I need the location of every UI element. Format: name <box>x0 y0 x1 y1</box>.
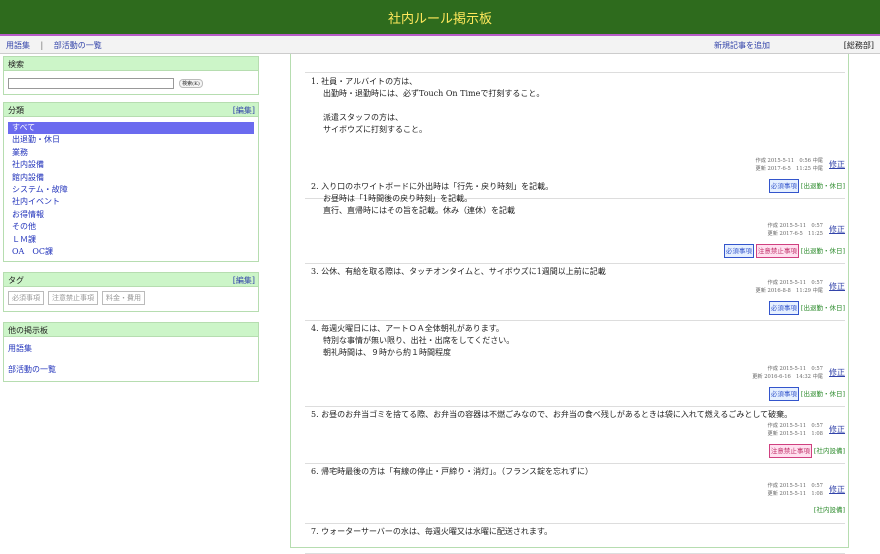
new-post-link[interactable]: 新規記事を追加 <box>714 40 770 51</box>
post-text-line: 3. 公休、有給を取る際は、タッチオンタイムと、サイボウズに1週間以上前に記載 <box>311 267 606 276</box>
post-text-line: サイボウズに打刻すること。 <box>323 125 427 134</box>
post-text-line <box>311 100 845 112</box>
tag-list: 必須事項 注意禁止事項 料金・費用 <box>4 287 258 309</box>
page-title: 社内ルール掲示板 <box>387 11 492 27</box>
edit-post-link[interactable]: 修正 <box>829 224 845 236</box>
edit-post-link[interactable]: 修正 <box>829 367 845 379</box>
posts-area: 1. 社員・アルバイトの方は、出勤時・退勤時には、必ずTouch On Time… <box>290 54 849 554</box>
post-tag-badge[interactable]: 注意禁止事項 <box>755 244 799 258</box>
category-item[interactable]: OA OC課 <box>4 246 258 258</box>
category-item[interactable]: その他 <box>4 221 258 233</box>
other-boards-panel: 他の掲示板 用語集 部活動の一覧 <box>3 322 259 382</box>
post-text-line: 直行、直帰時にはその旨を記載。休み（連休）を記載 <box>323 206 515 215</box>
search-input[interactable] <box>8 78 174 89</box>
category-item[interactable]: 社内設備 <box>4 159 258 171</box>
category-item[interactable]: 社内イベント <box>4 196 258 208</box>
tag-panel-header: タグ [編集] <box>4 273 258 287</box>
post-text-line: 4. 毎週火曜日には、アートＯＡ全体朝礼があります。 <box>311 324 504 333</box>
tag-edit-link[interactable]: [編集] <box>233 275 255 286</box>
category-item[interactable]: システム・故障 <box>4 184 258 196</box>
post-text-line: 6. 帰宅時最後の方は「有線の停止・戸締り・消灯」。（フランス錠を忘れずに） <box>311 467 594 476</box>
nav-clubs-link[interactable]: 部活動の一覧 <box>54 41 102 50</box>
edit-post-link[interactable]: 修正 <box>829 281 845 293</box>
edit-post-link[interactable]: 修正 <box>829 159 845 171</box>
post-text-line: 派遣スタッフの方は、 <box>323 113 403 122</box>
post-text-line: 出勤時・退勤時には、必ずTouch On Timeで打刻すること。 <box>323 89 545 98</box>
post-created: 作成 2015-5-11 0:57 <box>767 366 823 372</box>
tag-item[interactable]: 料金・費用 <box>102 291 145 305</box>
tag-item[interactable]: 必須事項 <box>8 291 44 305</box>
nav-separator: | <box>40 41 44 50</box>
post-updated: 更新 2016-6-16 14:32 中尾 <box>752 374 823 380</box>
post-text-line: 2. 入り口のホワイトボードに外出時は「行先・戻り時刻」を記載。 <box>311 182 554 191</box>
category-item[interactable]: お得情報 <box>4 209 258 221</box>
post-category-link[interactable]: [社内設備] <box>814 445 845 457</box>
post-category-link[interactable]: [社内設備] <box>814 504 845 516</box>
post-item: 5. お昼のお弁当ゴミを捨てる際、お弁当の容器は不燃ごみなので、お弁当の食べ残し… <box>305 407 845 464</box>
post-labels: 必須事項 [出退勤・休日] <box>768 387 845 401</box>
search-button[interactable]: 検索(K) <box>179 79 203 88</box>
category-panel-header: 分類 [編集] <box>4 103 258 117</box>
post-item: 3. 公休、有給を取る際は、タッチオンタイムと、サイボウズに1週間以上前に記載作… <box>305 264 845 321</box>
post-created: 作成 2015-5-11 0:57 <box>767 280 823 286</box>
other-board-glossary[interactable]: 用語集 <box>4 343 258 354</box>
post-item: 2. 入り口のホワイトボードに外出時は「行先・戻り時刻」を記載。お昼時は「1時間… <box>305 179 845 264</box>
post-updated: 更新 2015-5-11 1:08 <box>767 491 823 497</box>
post-labels: 必須事項 注意禁止事項 [出退勤・休日] <box>723 244 845 258</box>
tag-item[interactable]: 注意禁止事項 <box>48 291 98 305</box>
post-labels: 必須事項 [出退勤・休日] <box>768 301 845 315</box>
post-category-link[interactable]: [出退勤・休日] <box>801 245 845 257</box>
post-created: 作成 2015-5-11 0:57 <box>767 423 823 429</box>
post-created: 作成 2015-5-11 0:57 <box>767 483 823 489</box>
top-nav: 用語集 | 部活動の一覧 新規記事を追加 [総務部] <box>0 36 880 54</box>
post-labels: [社内設備] <box>814 504 845 516</box>
post-tag-badge[interactable]: 必須事項 <box>768 387 799 401</box>
post-updated: 更新 2015-5-11 1:08 <box>767 431 823 437</box>
post-text-line: 1. 社員・アルバイトの方は、 <box>311 77 418 86</box>
post-category-link[interactable]: [出退勤・休日] <box>801 388 845 400</box>
category-item[interactable]: 業務 <box>4 147 258 159</box>
other-boards-header: 他の掲示板 <box>4 323 258 337</box>
tag-panel: タグ [編集] 必須事項 注意禁止事項 料金・費用 <box>3 272 259 312</box>
post-item: 4. 毎週火曜日には、アートＯＡ全体朝礼があります。特別な事情が無い限り、出社・… <box>305 321 845 407</box>
post-item: 7. ウォーターサーバーの水は、毎週火曜又は水曜に配送されます。 <box>305 524 845 554</box>
post-category-link[interactable]: [出退勤・休日] <box>801 302 845 314</box>
post-updated: 更新 2017-6-5 11:25 中尾 <box>755 166 824 172</box>
search-panel: 検索 検索(K) <box>3 56 259 95</box>
edit-post-link[interactable]: 修正 <box>829 484 845 496</box>
post-tag-badge[interactable]: 必須事項 <box>768 301 799 315</box>
post-tag-badge[interactable]: 必須事項 <box>723 244 754 258</box>
post-created: 作成 2015-5-11 0:56 中尾 <box>755 158 824 164</box>
post-text-line: 特別な事情が無い限り、出社・出席をしてください。 <box>323 336 515 345</box>
post-text-line: 7. ウォーターサーバーの水は、毎週火曜又は水曜に配送されます。 <box>311 527 553 536</box>
department-label: [総務部] <box>843 41 874 50</box>
app-header: 社内ルール掲示板 <box>0 0 880 36</box>
post-item: 6. 帰宅時最後の方は「有線の停止・戸締り・消灯」。（フランス錠を忘れずに） 作成… <box>305 464 845 524</box>
post-text-line: 朝礼時間は、９時から約１時間程度 <box>323 348 451 357</box>
post-updated: 更新 2016-8-8 11:29 中尾 <box>755 288 824 294</box>
category-item[interactable]: 出退勤・休日 <box>4 134 258 146</box>
category-item[interactable]: すべて <box>8 122 254 135</box>
edit-post-link[interactable]: 修正 <box>829 424 845 436</box>
post-tag-badge[interactable]: 注意禁止事項 <box>768 444 812 458</box>
category-item[interactable]: 館内設備 <box>4 172 258 184</box>
category-item[interactable]: ＬＭ課 <box>4 234 258 246</box>
category-panel: 分類 [編集] すべて 出退勤・休日 業務 社内設備 館内設備 システム・故障 社内イベント… <box>3 102 259 262</box>
post-labels: 注意禁止事項 [社内設備] <box>768 444 845 458</box>
category-edit-link[interactable]: [編集] <box>233 105 255 116</box>
category-list: すべて 出退勤・休日 業務 社内設備 館内設備 システム・故障 社内イベント お得情報 その他 Ｌ… <box>4 117 258 258</box>
post-text-line: お昼時は「1時間後の戻り時刻」を記載。 <box>323 194 473 203</box>
nav-glossary-link[interactable]: 用語集 <box>6 41 30 50</box>
divider <box>305 72 845 73</box>
search-panel-header: 検索 <box>4 57 258 71</box>
post-updated: 更新 2017-6-5 11:25 <box>767 231 823 237</box>
post-text-line: 5. お昼のお弁当ゴミを捨てる際、お弁当の容器は不燃ごみなので、お弁当の食べ残し… <box>311 410 793 419</box>
post-created: 作成 2015-5-11 0:57 <box>767 223 823 229</box>
other-board-clubs[interactable]: 部活動の一覧 <box>4 364 258 375</box>
